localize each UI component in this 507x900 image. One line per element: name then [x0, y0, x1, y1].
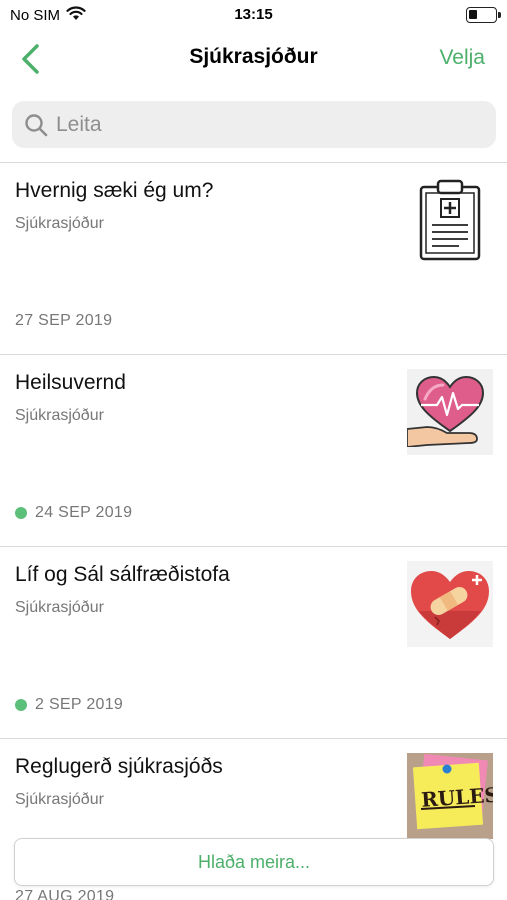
status-time: 13:15 [234, 6, 273, 23]
select-button[interactable]: Velja [439, 46, 485, 70]
navigation-bar: Sjúkrasjóður Velja [0, 32, 507, 84]
clipboard-icon [407, 177, 493, 263]
battery-icon [466, 7, 501, 23]
list-item[interactable]: Heilsuvernd Sjúkrasjóður 24 SEP 2019 [0, 355, 507, 546]
item-title: Reglugerð sjúkrasjóðs [15, 755, 223, 778]
search-icon [25, 113, 48, 136]
unread-dot [15, 699, 27, 711]
item-subtitle: Sjúkrasjóður [15, 215, 104, 232]
heart-hand-icon [407, 369, 493, 455]
item-date: 27 SEP 2019 [15, 312, 113, 329]
item-date: 2 SEP 2019 [35, 696, 124, 713]
rules-note-icon: RULES [407, 753, 493, 839]
item-title: Heilsuvernd [15, 371, 126, 394]
page-title: Sjúkrasjóður [189, 45, 318, 68]
item-date-row: 27 SEP 2019 [15, 312, 112, 330]
item-title: Hvernig sæki ég um? [15, 179, 214, 202]
status-bar: No SIM 13:15 [0, 0, 507, 30]
article-list: Hvernig sæki ég um? Sjúkrasjóður 27 SEP … [0, 162, 507, 900]
item-subtitle: Sjúkrasjóður [15, 599, 104, 616]
list-item[interactable]: Hvernig sæki ég um? Sjúkrasjóður 27 SEP … [0, 163, 507, 354]
item-subtitle: Sjúkrasjóður [15, 791, 104, 808]
search-input[interactable] [56, 112, 476, 137]
item-date: 27 AUG 2019 [15, 888, 115, 900]
item-date-row: 27 AUG 2019 [15, 888, 114, 900]
bandaged-heart-icon [407, 561, 493, 647]
item-date-row: 24 SEP 2019 [15, 504, 132, 522]
item-subtitle: Sjúkrasjóður [15, 407, 104, 424]
load-more-button[interactable]: Hlaða meira... [14, 838, 494, 886]
list-item[interactable]: Líf og Sál sálfræðistofa Sjúkrasjóður 2 … [0, 547, 507, 738]
item-date-row: 2 SEP 2019 [15, 696, 123, 714]
search-bar[interactable] [12, 101, 496, 148]
item-date: 24 SEP 2019 [35, 504, 133, 521]
item-title: Líf og Sál sálfræðistofa [15, 563, 230, 586]
unread-dot [15, 507, 27, 519]
